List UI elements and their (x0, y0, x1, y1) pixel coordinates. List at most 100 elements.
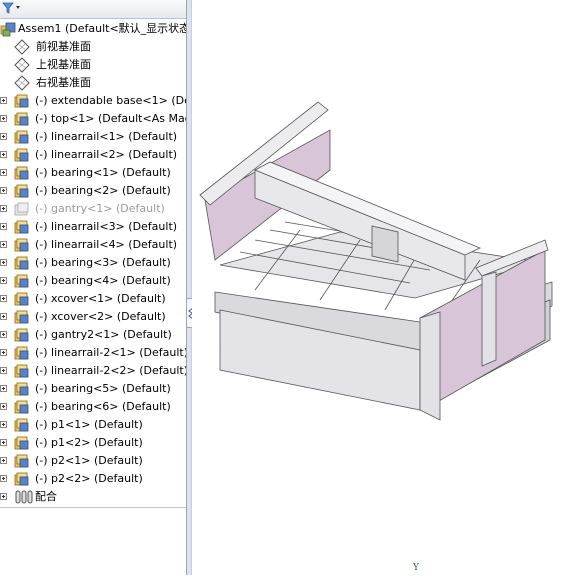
filter-icon (2, 2, 20, 14)
filter-bar (0, 0, 186, 19)
tree-item-label: (-) bearing<3> (Default) (35, 256, 171, 269)
tree-item-component[interactable]: (-) bearing<1> (Default) (0, 164, 186, 182)
spindle-carriage (371, 225, 399, 263)
mates-icon (14, 489, 33, 505)
tree-item-plane[interactable]: 前视基准面 (0, 38, 186, 56)
expand-toggle-icon[interactable] (0, 133, 7, 140)
tree-item-component[interactable]: (-) extendable base<1> (Default (0, 92, 186, 110)
component-icon (14, 165, 30, 181)
expand-toggle-icon[interactable] (0, 439, 7, 446)
component-icon (14, 219, 30, 235)
tree-item-label: (-) linearrail<1> (Default) (35, 130, 178, 143)
component-icon (14, 399, 30, 415)
assembly-model-view[interactable] (192, 0, 575, 575)
tree-item-label: (-) linearrail<4> (Default) (35, 238, 178, 251)
graphics-viewport[interactable]: Y (192, 0, 575, 575)
component-icon (14, 471, 30, 487)
expand-toggle-icon[interactable] (0, 385, 7, 392)
right-rear-post (481, 271, 497, 367)
plane-icon (14, 75, 30, 91)
assembly-icon (0, 21, 16, 37)
expand-toggle-icon[interactable] (0, 295, 7, 302)
component-icon (14, 291, 30, 307)
tree-item-label: 上视基准面 (36, 58, 91, 71)
tree-item-component[interactable]: (-) xcover<2> (Default) (0, 308, 186, 326)
expand-toggle-icon[interactable] (0, 349, 7, 356)
tree-item-component[interactable]: (-) bearing<4> (Default) (0, 272, 186, 290)
expand-toggle-icon[interactable] (0, 97, 7, 104)
feature-manager-tree: Assem1 (Default<默认_显示状态- 前视基准面上视基准面右视基准面 (… (0, 0, 186, 575)
component-icon (14, 453, 30, 469)
tree-item-plane[interactable]: 右视基准面 (0, 74, 186, 92)
tree-item-label: (-) bearing<4> (Default) (35, 274, 171, 287)
tree-item-label: (-) p1<1> (Default) (35, 418, 143, 431)
tree-item-label: (-) xcover<2> (Default) (35, 310, 166, 323)
expand-toggle-icon[interactable] (0, 403, 7, 410)
tree-item-component[interactable]: (-) p1<1> (Default) (0, 416, 186, 434)
expand-toggle-icon[interactable] (0, 367, 7, 374)
expand-toggle-icon[interactable] (0, 313, 7, 320)
component-icon (14, 93, 30, 109)
tree-item-component[interactable]: (-) gantry<1> (Default) (0, 200, 186, 218)
expand-toggle-icon[interactable] (0, 457, 7, 464)
tree-item-plane[interactable]: 上视基准面 (0, 56, 186, 74)
tree-item-component[interactable]: (-) bearing<2> (Default) (0, 182, 186, 200)
tree-item-component[interactable]: (-) bearing<6> (Default) (0, 398, 186, 416)
tree-item-label: (-) top<1> (Default<As Machin (35, 112, 186, 125)
plane-icon (14, 39, 30, 55)
tree-item-label: 右视基准面 (36, 76, 91, 89)
tree-item-label: (-) linearrail-2<2> (Default) (35, 364, 186, 377)
tree-item-component[interactable]: (-) p2<1> (Default) (0, 452, 186, 470)
tree-item-component[interactable]: (-) linearrail<4> (Default) (0, 236, 186, 254)
tree-item-label: (-) gantry2<1> (Default) (35, 328, 172, 341)
tree-item-component[interactable]: (-) p2<2> (Default) (0, 470, 186, 488)
tree-item-label: (-) linearrail<2> (Default) (35, 148, 178, 161)
expand-toggle-icon[interactable] (0, 151, 7, 158)
expand-toggle-icon[interactable] (0, 475, 7, 482)
component-icon (14, 147, 30, 163)
component-icon (14, 435, 30, 451)
tree-item-label: 前视基准面 (36, 40, 91, 53)
component-icon (14, 381, 30, 397)
component-icon (14, 363, 30, 379)
expand-toggle-icon[interactable] (0, 241, 7, 248)
expand-toggle-icon[interactable] (0, 421, 7, 428)
tree-item-component[interactable]: (-) linearrail<1> (Default) (0, 128, 186, 146)
component-icon (14, 417, 30, 433)
tree-item-label: (-) linearrail-2<1> (Default) (35, 346, 186, 359)
tree-item-component[interactable]: (-) xcover<1> (Default) (0, 290, 186, 308)
tree-item-component[interactable]: (-) linearrail<3> (Default) (0, 218, 186, 236)
expand-toggle-icon[interactable] (0, 115, 7, 122)
component-icon (14, 183, 30, 199)
expand-toggle-icon[interactable] (0, 205, 7, 212)
tree-item-component[interactable]: (-) top<1> (Default<As Machin (0, 110, 186, 128)
tree-item-component[interactable]: (-) bearing<3> (Default) (0, 254, 186, 272)
expand-toggle-icon[interactable] (0, 223, 7, 230)
tree-item-component[interactable]: (-) bearing<5> (Default) (0, 380, 186, 398)
tree-list: Assem1 (Default<默认_显示状态- 前视基准面上视基准面右视基准面 (… (0, 20, 186, 506)
tree-item-mates[interactable]: 配合 (0, 488, 186, 506)
suppressed-component-icon (14, 201, 30, 217)
tree-item-component[interactable]: (-) linearrail<2> (Default) (0, 146, 186, 164)
tree-item-component[interactable]: (-) gantry2<1> (Default) (0, 326, 186, 344)
tree-item-component[interactable]: (-) linearrail-2<1> (Default) (0, 344, 186, 362)
expand-toggle-icon[interactable] (0, 187, 7, 194)
tree-item-label: (-) bearing<2> (Default) (35, 184, 171, 197)
component-icon (14, 273, 30, 289)
component-icon (14, 345, 30, 361)
component-icon (14, 309, 30, 325)
tree-item-label: (-) extendable base<1> (Default (35, 94, 186, 107)
plane-icon (14, 57, 30, 73)
component-icon (14, 255, 30, 271)
tree-item-component[interactable]: (-) linearrail-2<2> (Default) (0, 362, 186, 380)
expand-toggle-icon[interactable] (0, 277, 7, 284)
tree-item-label: (-) bearing<6> (Default) (35, 400, 171, 413)
filter-button[interactable] (2, 2, 24, 15)
tree-root-assembly[interactable]: Assem1 (Default<默认_显示状态- (0, 20, 186, 38)
expand-toggle-icon[interactable] (0, 259, 7, 266)
tree-item-component[interactable]: (-) p1<2> (Default) (0, 434, 186, 452)
expand-toggle-icon[interactable] (0, 169, 7, 176)
right-front-post (419, 311, 441, 421)
expand-toggle-icon[interactable] (0, 493, 7, 500)
expand-toggle-icon[interactable] (0, 331, 7, 338)
